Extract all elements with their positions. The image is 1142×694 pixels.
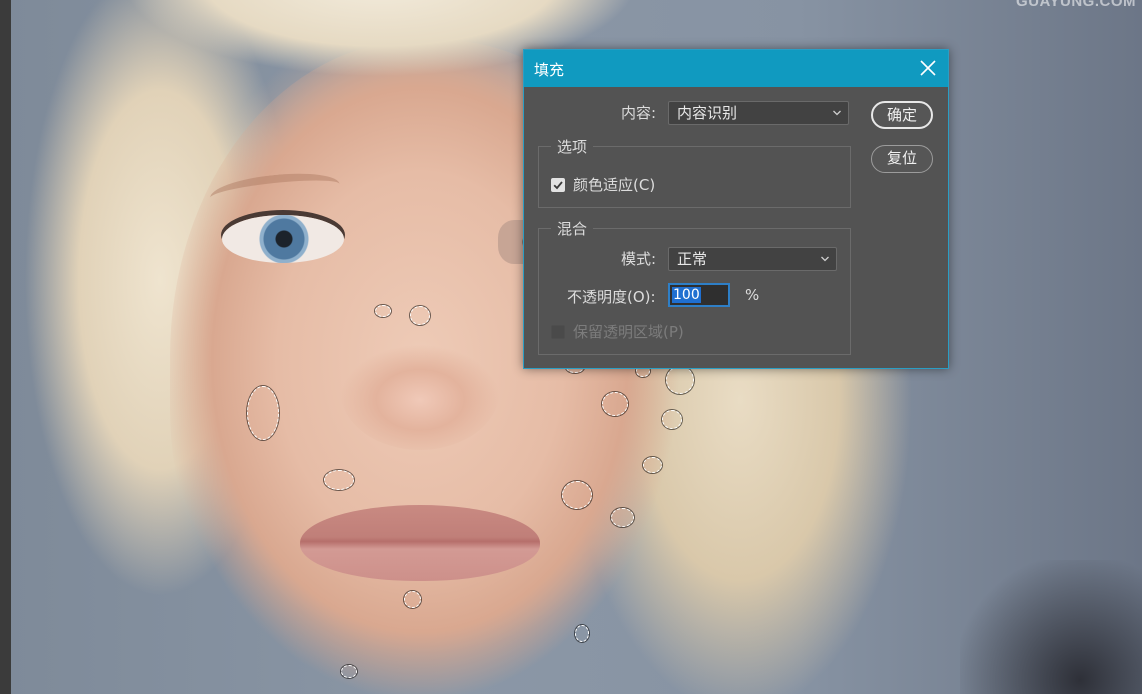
selection-marquee [602,392,628,416]
shadow-shoulder [960,560,1142,694]
selection-marquee [562,481,592,509]
opacity-input[interactable]: 100 [668,283,730,307]
color-adapt-checkbox[interactable] [551,178,565,192]
mode-label: 模式: [621,250,657,268]
options-legend: 选项 [557,138,588,156]
selection-marquee [404,591,421,608]
selection-marquee [643,457,662,473]
opacity-value: 100 [672,287,701,303]
selection-marquee [375,305,391,317]
lips [300,505,540,581]
selection-marquee [662,410,682,429]
close-icon[interactable] [916,56,940,80]
dialog-titlebar[interactable]: 填充 [524,50,948,87]
selection-marquee [611,508,634,527]
content-select[interactable]: 内容识别 [668,101,849,125]
opacity-unit: % [745,286,760,304]
reset-button[interactable]: 复位 [871,145,933,173]
preserve-transparency-checkbox[interactable] [551,325,565,339]
selection-marquee [247,386,279,440]
preserve-transparency-label: 保留透明区域(P) [573,323,684,341]
mode-select-value: 正常 [677,250,708,268]
color-adapt-label[interactable]: 颜色适应(C) [573,174,655,195]
fill-dialog: 填充 内容: 内容识别 确定 复位 选项 颜色适应(C) 混合 模式: 正常 不… [523,49,949,369]
selection-marquee [666,366,694,394]
watermark: GUAYUNG.COM [1016,0,1136,10]
blend-legend: 混合 [557,220,588,238]
opacity-label: 不透明度(O): [567,288,656,306]
chevron-down-icon [833,110,841,116]
content-label: 内容: [621,104,657,122]
selection-marquee [575,625,589,642]
dialog-title: 填充 [534,61,565,79]
canvas-left-edge [0,0,11,694]
nose [340,330,500,450]
options-group: 选项 [538,136,851,208]
selection-marquee [341,665,357,678]
chevron-down-icon [821,256,829,262]
selection-marquee [324,470,354,490]
mode-select[interactable]: 正常 [668,247,837,271]
eye-left [222,215,344,263]
content-select-value: 内容识别 [677,104,738,122]
selection-marquee [410,306,430,325]
ok-button[interactable]: 确定 [871,101,933,129]
checkmark-icon [553,181,563,190]
